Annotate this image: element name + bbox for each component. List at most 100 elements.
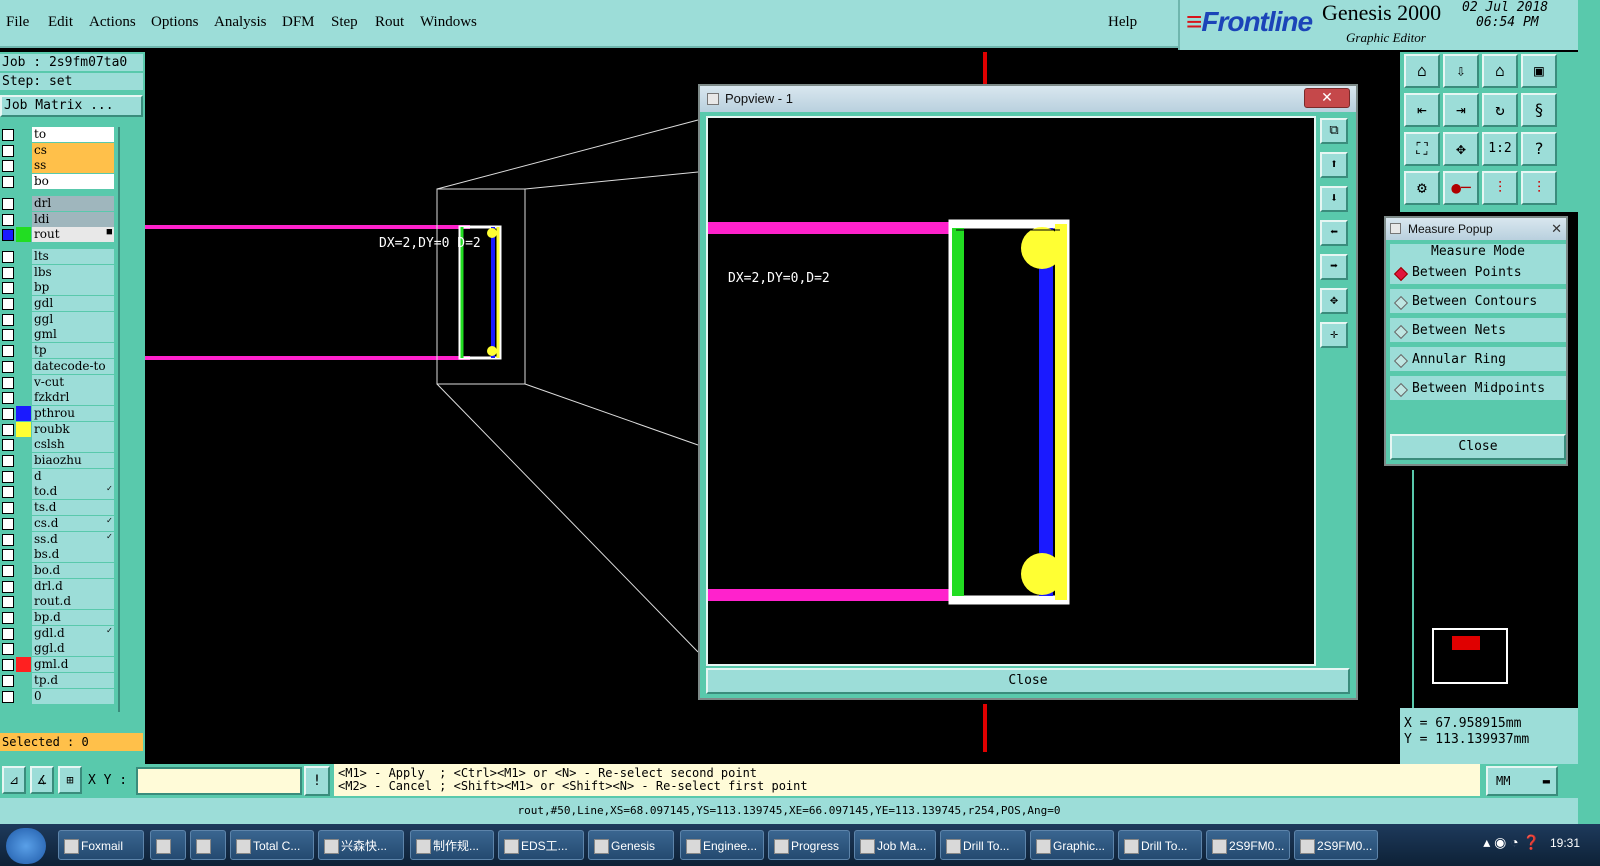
layer-color-swatch[interactable]: [16, 327, 31, 342]
layer-color-swatch[interactable]: [16, 563, 31, 578]
taskbar-item[interactable]: 制作规...: [410, 830, 494, 860]
layer-checkbox[interactable]: [2, 360, 14, 373]
layer-color-swatch[interactable]: [16, 227, 31, 243]
menu-windows[interactable]: Windows: [420, 14, 477, 31]
close-icon[interactable]: ✕: [1551, 218, 1562, 240]
layer-checkbox[interactable]: [2, 129, 14, 141]
layer-name[interactable]: ggl.d: [32, 641, 114, 657]
menu-dfm[interactable]: DFM: [282, 14, 315, 31]
fit-all-icon[interactable]: ⛶: [1404, 132, 1440, 166]
layer-name[interactable]: lts: [32, 248, 114, 264]
layer-checkbox[interactable]: [2, 197, 14, 210]
layer-checkbox[interactable]: [2, 502, 14, 515]
layer-color-swatch[interactable]: [16, 547, 31, 562]
measure-close-button[interactable]: Close: [1390, 434, 1566, 460]
measure-tool-icon[interactable]: ●─: [1443, 171, 1479, 205]
pan-down-icon[interactable]: ⬇: [1320, 186, 1348, 212]
layer-red-icon[interactable]: ⫶: [1482, 171, 1518, 205]
layer-color-swatch[interactable]: [16, 532, 31, 547]
zoom-center-icon[interactable]: ✛: [1320, 322, 1348, 348]
layer-row[interactable]: gml: [0, 327, 116, 343]
layer-name[interactable]: ss.d: [32, 531, 114, 547]
layer-row[interactable]: cs: [0, 142, 116, 158]
layer-name[interactable]: ggl: [32, 311, 114, 327]
layer-name[interactable]: pthrou: [32, 405, 114, 421]
layer-color-swatch[interactable]: [16, 673, 31, 688]
taskbar-item[interactable]: [190, 830, 226, 860]
layer-row[interactable]: gdl: [0, 296, 116, 311]
layer-color-swatch[interactable]: [16, 390, 31, 405]
layer-color-swatch[interactable]: [16, 158, 31, 173]
layer-name[interactable]: cs: [32, 142, 114, 158]
layer-color-swatch[interactable]: [16, 212, 31, 227]
taskbar-item[interactable]: 2S9FM0...: [1206, 830, 1290, 860]
layer-name[interactable]: bo: [32, 174, 114, 190]
layer-color-swatch[interactable]: [16, 296, 31, 311]
close-icon[interactable]: ✕: [1304, 88, 1350, 108]
home-icon[interactable]: ⌂: [1482, 54, 1518, 88]
layer-color-swatch[interactable]: [16, 500, 31, 515]
option-between-midpoints[interactable]: Between Midpoints: [1390, 376, 1566, 402]
layer-color-swatch[interactable]: [16, 249, 31, 264]
layer-color-swatch[interactable]: [16, 657, 31, 673]
layer-checkbox[interactable]: [2, 486, 14, 499]
layer-row[interactable]: d: [0, 468, 116, 484]
scale-1-2-icon[interactable]: 1:2: [1482, 132, 1518, 166]
layer-row[interactable]: ggl: [0, 311, 116, 327]
layer-checkbox[interactable]: [2, 643, 14, 656]
layer-checkbox[interactable]: [2, 313, 14, 326]
zoom-fit-icon[interactable]: ✥: [1320, 288, 1348, 314]
layer-name[interactable]: rout: [32, 227, 114, 243]
layer-row[interactable]: ss.d ✓: [0, 531, 116, 547]
zoom-out-icon[interactable]: ⇩: [1443, 54, 1479, 88]
help-icon[interactable]: ?: [1521, 132, 1557, 166]
layer-row[interactable]: tp: [0, 343, 116, 359]
layer-checkbox[interactable]: [2, 659, 14, 672]
layer-name[interactable]: v-cut: [32, 374, 114, 390]
layer-color-swatch[interactable]: [16, 469, 31, 484]
layer-checkbox[interactable]: [2, 455, 14, 467]
layer-row[interactable]: cslsh: [0, 437, 116, 453]
layer-row[interactable]: ss: [0, 158, 116, 174]
layer-name[interactable]: datecode-to: [32, 358, 114, 374]
redraw-icon[interactable]: ↻: [1482, 93, 1518, 127]
layer-name[interactable]: gdl: [32, 296, 114, 311]
start-button[interactable]: [6, 828, 46, 864]
layer-color-swatch[interactable]: [16, 437, 31, 452]
layer-checkbox[interactable]: [2, 282, 14, 295]
taskbar-item[interactable]: Foxmail: [58, 830, 144, 860]
snap-mode-icon[interactable]: ⊿: [2, 766, 26, 794]
layer-name[interactable]: ldi: [32, 211, 114, 227]
layer-checkbox[interactable]: [2, 407, 14, 420]
layer-row[interactable]: to: [0, 127, 116, 142]
layer-color-swatch[interactable]: [16, 127, 31, 142]
option-between-nets[interactable]: Between Nets: [1390, 318, 1566, 344]
units-dropdown[interactable]: MM ▬: [1486, 766, 1558, 796]
layer-color-swatch[interactable]: [16, 359, 31, 374]
layer-color-swatch[interactable]: [16, 405, 31, 421]
taskbar-item[interactable]: 兴森快...: [318, 830, 404, 860]
frame-icon[interactable]: ▣: [1521, 54, 1557, 88]
popview-close-button[interactable]: Close: [706, 668, 1350, 694]
layer-row[interactable]: drl.d: [0, 578, 116, 594]
layer-name[interactable]: bo.d: [32, 562, 114, 578]
layer-name[interactable]: tp.d: [32, 672, 114, 688]
layer-row[interactable]: ggl.d: [0, 641, 116, 657]
pan-up-icon[interactable]: ⬆: [1320, 152, 1348, 178]
layer-row[interactable]: lbs: [0, 264, 116, 280]
layer-checkbox[interactable]: [2, 564, 14, 577]
option-between-contours[interactable]: Between Contours: [1390, 289, 1566, 315]
snap-icon[interactable]: §: [1521, 93, 1557, 127]
xy-input[interactable]: [136, 767, 302, 795]
layer-color-swatch[interactable]: [16, 689, 31, 704]
layer-name[interactable]: bs.d: [32, 547, 114, 563]
alert-icon[interactable]: !: [304, 766, 330, 796]
layer-checkbox[interactable]: [2, 213, 14, 226]
layer-color-swatch[interactable]: [16, 421, 31, 437]
layer-row[interactable]: fzkdrl: [0, 390, 116, 406]
layer-color-swatch[interactable]: [16, 312, 31, 327]
layer-row[interactable]: bp.d: [0, 610, 116, 625]
layer-color-swatch[interactable]: [16, 594, 31, 609]
option-between-points[interactable]: Between Points: [1390, 260, 1566, 286]
menu-help[interactable]: Help: [1108, 14, 1137, 31]
